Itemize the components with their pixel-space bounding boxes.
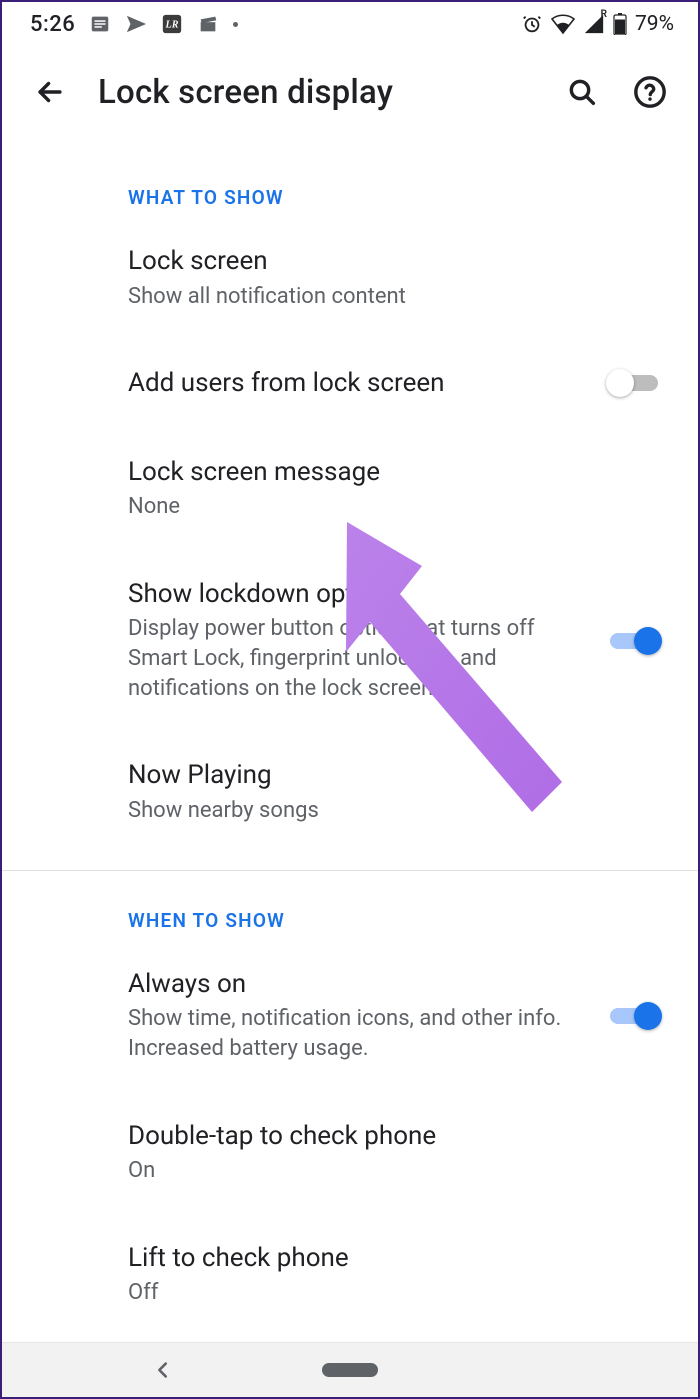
page-title: Lock screen display [98, 73, 534, 112]
message-icon [89, 13, 111, 35]
search-button[interactable] [562, 72, 602, 112]
lr-app-icon: LR [161, 13, 183, 35]
row-always-on[interactable]: Always on Show time, notification icons,… [2, 940, 698, 1092]
row-sub: Show nearby songs [128, 796, 662, 826]
row-double-tap[interactable]: Double-tap to check phone On [2, 1092, 698, 1214]
row-sub: On [128, 1156, 662, 1186]
toggle-always-on[interactable] [606, 1000, 662, 1032]
row-show-lockdown[interactable]: Show lockdown option Display power butto… [2, 550, 698, 732]
toggle-show-lockdown[interactable] [606, 625, 662, 657]
row-title: Lift to check phone [128, 1242, 662, 1275]
row-title: Double-tap to check phone [128, 1120, 662, 1153]
battery-icon [613, 13, 627, 35]
settings-content: WHAT TO SHOW Lock screen Show all notifi… [2, 138, 698, 1345]
cellular-icon: R [583, 13, 605, 35]
row-sub: Show time, notification icons, and other… [128, 1004, 590, 1063]
row-add-users[interactable]: Add users from lock screen [2, 339, 698, 428]
wifi-icon [551, 13, 575, 35]
toggle-add-users[interactable] [606, 367, 662, 399]
row-lock-screen[interactable]: Lock screen Show all notification conten… [2, 217, 698, 339]
section-when-to-show: WHEN TO SHOW [2, 871, 698, 940]
status-bar: 5:26 LR R [2, 2, 698, 46]
row-title: Always on [128, 968, 590, 1001]
row-lock-screen-message[interactable]: Lock screen message None [2, 428, 698, 550]
row-title: Show lockdown option [128, 578, 590, 611]
help-button[interactable] [630, 72, 670, 112]
svg-text:LR: LR [165, 20, 179, 31]
battery-percent: 79% [635, 12, 674, 36]
row-title: Lock screen [128, 245, 662, 278]
nav-back-icon[interactable] [152, 1359, 174, 1385]
row-title: Add users from lock screen [128, 367, 590, 400]
send-icon [125, 13, 147, 35]
back-button[interactable] [30, 72, 70, 112]
row-now-playing[interactable]: Now Playing Show nearby songs [2, 731, 698, 853]
more-notifications-icon [233, 22, 238, 27]
row-sub: Display power button option that turns o… [128, 614, 590, 703]
app-bar: Lock screen display [2, 46, 698, 138]
status-time: 5:26 [30, 12, 75, 37]
row-sub: Show all notification content [128, 282, 662, 312]
row-sub: None [128, 492, 662, 522]
movie-icon [197, 13, 219, 35]
alarm-icon [521, 13, 543, 35]
system-nav-bar [2, 1342, 698, 1397]
row-lift-to-check[interactable]: Lift to check phone Off [2, 1214, 698, 1336]
section-what-to-show: WHAT TO SHOW [2, 148, 698, 217]
row-sub: Off [128, 1278, 662, 1308]
nav-home-pill[interactable] [322, 1363, 378, 1377]
row-title: Now Playing [128, 759, 662, 792]
row-title: Lock screen message [128, 456, 662, 489]
